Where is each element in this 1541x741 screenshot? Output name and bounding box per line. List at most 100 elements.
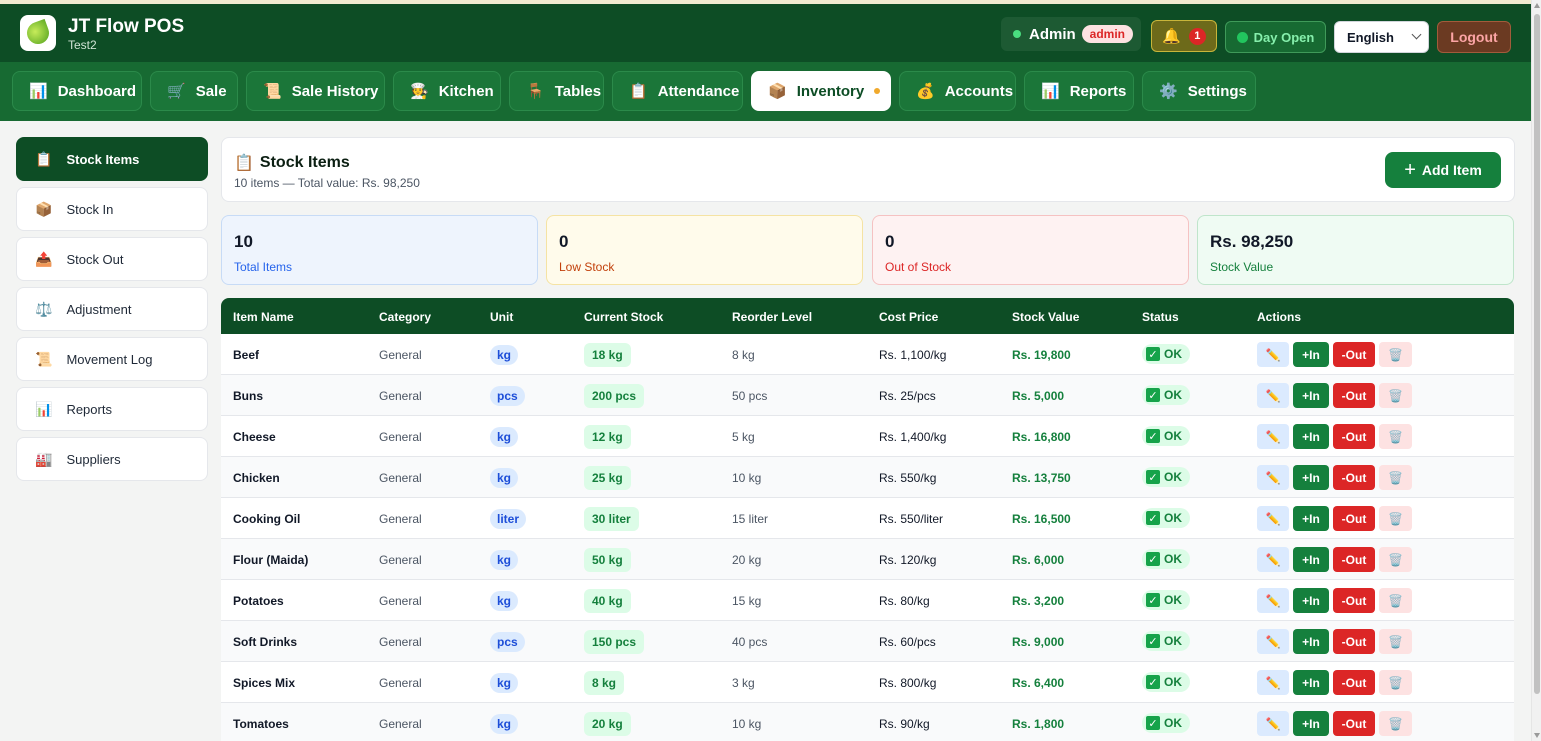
stock-out-button[interactable]: -Out bbox=[1333, 424, 1375, 449]
delete-button[interactable]: 🗑️ bbox=[1379, 342, 1412, 367]
stat-value: 10 bbox=[234, 232, 253, 251]
item-name: Soft Drinks bbox=[233, 635, 298, 649]
edit-button[interactable]: ✏️ bbox=[1257, 547, 1289, 572]
stock-in-button[interactable]: +In bbox=[1293, 465, 1329, 490]
tab-label: Kitchen bbox=[438, 82, 494, 100]
reorder-level: 8 kg bbox=[732, 348, 755, 362]
item-name: Flour (Maida) bbox=[233, 553, 309, 567]
status-dot-icon bbox=[1236, 31, 1248, 43]
tab-inventory[interactable]: 📦 Inventory bbox=[751, 71, 891, 111]
tab-sale[interactable]: 🛒 Sale bbox=[150, 71, 238, 111]
scroll-down-icon[interactable] bbox=[1534, 733, 1540, 738]
edit-button[interactable]: ✏️ bbox=[1257, 629, 1289, 654]
edit-button[interactable]: ✏️ bbox=[1257, 506, 1289, 531]
status-badge: ✓ OK bbox=[1142, 590, 1190, 610]
stock-out-button[interactable]: -Out bbox=[1333, 629, 1375, 654]
sidebar-item-suppliers[interactable]: 🏭 Suppliers bbox=[16, 437, 208, 481]
cost-price: Rs. 90/kg bbox=[879, 717, 930, 731]
day-open-button[interactable]: Day Open bbox=[1225, 21, 1326, 53]
add-item-button[interactable]: + Add Item bbox=[1385, 152, 1501, 188]
sidebar-item-stock-items[interactable]: 📋 Stock Items bbox=[16, 137, 208, 181]
edit-button[interactable]: ✏️ bbox=[1257, 465, 1289, 490]
tab-dashboard[interactable]: 📊 Dashboard bbox=[12, 71, 142, 111]
cost-price: Rs. 550/kg bbox=[879, 471, 937, 485]
page-scrollbar[interactable] bbox=[1531, 0, 1541, 741]
delete-button[interactable]: 🗑️ bbox=[1379, 383, 1412, 408]
row-actions: ✏️ +In -Out 🗑️ bbox=[1257, 588, 1412, 613]
tab-attendance[interactable]: 📋 Attendance bbox=[612, 71, 743, 111]
stock-out-button[interactable]: -Out bbox=[1333, 711, 1375, 736]
delete-button[interactable]: 🗑️ bbox=[1379, 424, 1412, 449]
edit-button[interactable]: ✏️ bbox=[1257, 383, 1289, 408]
reorder-level: 10 kg bbox=[732, 717, 762, 731]
stock-out-button[interactable]: -Out bbox=[1333, 588, 1375, 613]
notifications-button[interactable]: 🔔 1 bbox=[1151, 20, 1217, 52]
table-row: Chicken General kg 25 kg 10 kg Rs. 550/kg Rs. … bbox=[221, 457, 1514, 498]
stock-in-button[interactable]: +In bbox=[1293, 506, 1329, 531]
stock-out-button[interactable]: -Out bbox=[1333, 506, 1375, 531]
edit-button[interactable]: ✏️ bbox=[1257, 670, 1289, 695]
unit-badge: kg bbox=[490, 345, 519, 365]
tab-settings[interactable]: ⚙️ Settings bbox=[1142, 71, 1256, 111]
delete-button[interactable]: 🗑️ bbox=[1379, 588, 1412, 613]
column-header: Status bbox=[1142, 310, 1179, 324]
delete-button[interactable]: 🗑️ bbox=[1379, 629, 1412, 654]
sidebar-item-movement-log[interactable]: 📜 Movement Log bbox=[16, 337, 208, 381]
sidebar-item-label: Stock Items bbox=[66, 151, 140, 167]
language-select[interactable]: English bbox=[1334, 21, 1429, 53]
unit-badge: kg bbox=[490, 714, 519, 734]
chart-icon: 📊 bbox=[35, 400, 53, 417]
delete-button[interactable]: 🗑️ bbox=[1379, 711, 1412, 736]
page-title-text: Stock Items bbox=[259, 154, 350, 171]
stock-in-button[interactable]: +In bbox=[1293, 588, 1329, 613]
tab-kitchen[interactable]: 🧑‍🍳 Kitchen bbox=[393, 71, 501, 111]
stock-in-button[interactable]: +In bbox=[1293, 342, 1329, 367]
day-status-label: Day Open bbox=[1253, 29, 1315, 45]
stock-value: Rs. 19,800 bbox=[1012, 348, 1071, 362]
delete-button[interactable]: 🗑️ bbox=[1379, 670, 1412, 695]
online-dot-icon bbox=[1013, 30, 1021, 38]
check-icon: ✓ bbox=[1146, 429, 1160, 443]
stock-out-button[interactable]: -Out bbox=[1333, 465, 1375, 490]
logout-button[interactable]: Logout bbox=[1437, 21, 1511, 53]
stat-value: 0 bbox=[885, 232, 895, 251]
stat-label: Total Items bbox=[234, 260, 293, 274]
stock-in-button[interactable]: +In bbox=[1293, 383, 1329, 408]
row-actions: ✏️ +In -Out 🗑️ bbox=[1257, 383, 1412, 408]
edit-button[interactable]: ✏️ bbox=[1257, 342, 1289, 367]
stock-out-button[interactable]: -Out bbox=[1333, 383, 1375, 408]
tab-accounts[interactable]: 💰 Accounts bbox=[899, 71, 1016, 111]
sidebar-item-reports[interactable]: 📊 Reports bbox=[16, 387, 208, 431]
stock-out-button[interactable]: -Out bbox=[1333, 547, 1375, 572]
stat-value: 0 bbox=[559, 232, 569, 251]
reorder-level: 10 kg bbox=[732, 471, 762, 485]
stock-out-button[interactable]: -Out bbox=[1333, 670, 1375, 695]
user-name: Admin bbox=[1029, 25, 1076, 43]
stock-in-button[interactable]: +In bbox=[1293, 547, 1329, 572]
sidebar-item-adjustment[interactable]: ⚖️ Adjustment bbox=[16, 287, 208, 331]
edit-button[interactable]: ✏️ bbox=[1257, 711, 1289, 736]
check-icon: ✓ bbox=[1146, 347, 1160, 361]
sidebar-item-stock-in[interactable]: 📦 Stock In bbox=[16, 187, 208, 231]
stock-items-table: Item Name Category Unit Current Stock Re… bbox=[221, 298, 1514, 741]
tab-sale-history[interactable]: 📜 Sale History bbox=[246, 71, 385, 111]
stock-out-button[interactable]: -Out bbox=[1333, 342, 1375, 367]
sidebar-item-stock-out[interactable]: 📤 Stock Out bbox=[16, 237, 208, 281]
edit-button[interactable]: ✏️ bbox=[1257, 424, 1289, 449]
stock-in-button[interactable]: +In bbox=[1293, 424, 1329, 449]
delete-button[interactable]: 🗑️ bbox=[1379, 506, 1412, 531]
stock-in-button[interactable]: +In bbox=[1293, 629, 1329, 654]
edit-button[interactable]: ✏️ bbox=[1257, 588, 1289, 613]
scroll-up-icon[interactable] bbox=[1534, 3, 1540, 8]
cost-price: Rs. 550/liter bbox=[879, 512, 944, 526]
stock-in-button[interactable]: +In bbox=[1293, 711, 1329, 736]
stat-low-stock: 0 Low Stock bbox=[546, 215, 863, 285]
tab-tables[interactable]: 🪑 Tables bbox=[509, 71, 604, 111]
stock-in-button[interactable]: +In bbox=[1293, 670, 1329, 695]
app-logo bbox=[20, 15, 56, 51]
delete-button[interactable]: 🗑️ bbox=[1379, 547, 1412, 572]
tab-reports[interactable]: 📊 Reports bbox=[1024, 71, 1134, 111]
delete-button[interactable]: 🗑️ bbox=[1379, 465, 1412, 490]
scroll-thumb[interactable] bbox=[1534, 14, 1540, 694]
pencil-icon: ✏️ bbox=[1265, 552, 1281, 567]
